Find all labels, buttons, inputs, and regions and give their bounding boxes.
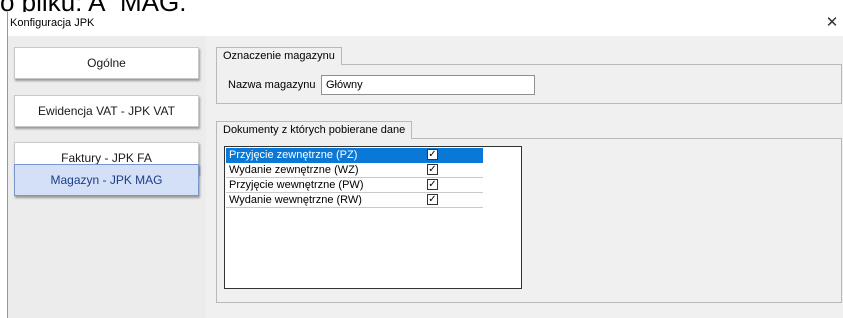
- sidebar-item-jpk-mag[interactable]: Magazyn - JPK MAG: [14, 164, 199, 196]
- title-bar: Konfiguracja JPK ✕: [8, 12, 843, 36]
- checkbox-pz[interactable]: ✓: [427, 149, 438, 160]
- close-icon: ✕: [825, 14, 839, 31]
- documents-list[interactable]: Przyjęcie zewnętrzne (PZ) ✓ Wydanie zewn…: [224, 146, 522, 289]
- checkbox-wz[interactable]: ✓: [427, 164, 438, 175]
- content-area: Oznaczenie magazynu Nazwa magazynu Główn…: [209, 36, 843, 318]
- sidebar-item-jpk-vat[interactable]: Ewidencja VAT - JPK VAT: [14, 95, 199, 127]
- documents-group-title: Dokumenty z których pobierane dane: [216, 121, 413, 139]
- sidebar: Ogólne Ewidencja VAT - JPK VAT Faktury -…: [8, 36, 206, 318]
- checkbox-pw[interactable]: ✓: [427, 179, 438, 190]
- window-title: Konfiguracja JPK: [10, 17, 95, 29]
- list-item[interactable]: Wydanie wewnętrzne (RW) ✓: [226, 193, 483, 208]
- warehouse-group-title: Oznaczenie magazynu: [216, 47, 342, 65]
- list-item[interactable]: Wydanie zewnętrzne (WZ) ✓: [226, 163, 483, 178]
- checkbox-rw[interactable]: ✓: [427, 194, 438, 205]
- sidebar-item-ogolne[interactable]: Ogólne: [14, 47, 199, 79]
- list-item[interactable]: Przyjęcie wewnętrzne (PW) ✓: [226, 178, 483, 193]
- warehouse-name-input[interactable]: Główny: [321, 75, 535, 95]
- documents-group: Przyjęcie zewnętrzne (PZ) ✓ Wydanie zewn…: [216, 138, 842, 303]
- close-button[interactable]: ✕: [821, 12, 843, 36]
- config-window: Konfiguracja JPK ✕ Ogólne Ewidencja VAT …: [7, 12, 843, 318]
- warehouse-group: Nazwa magazynu Główny: [216, 64, 842, 104]
- warehouse-name-label: Nazwa magazynu: [228, 79, 316, 91]
- list-item[interactable]: Przyjęcie zewnętrzne (PZ) ✓: [226, 148, 483, 163]
